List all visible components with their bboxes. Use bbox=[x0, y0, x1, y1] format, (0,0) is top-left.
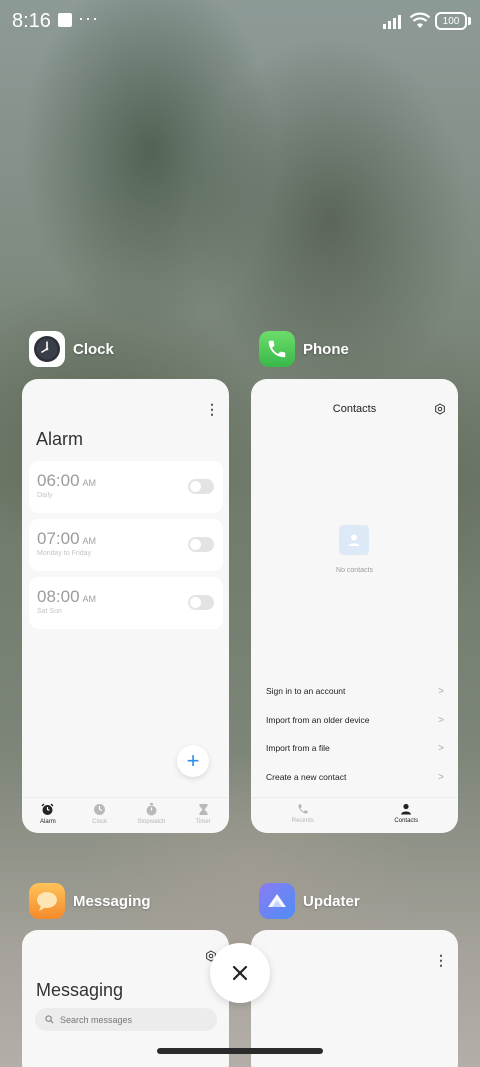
timer-icon bbox=[199, 804, 208, 815]
clock-app-icon[interactable] bbox=[29, 331, 65, 367]
app-name-updater: Updater bbox=[303, 892, 360, 910]
app-name-clock: Clock bbox=[73, 340, 114, 358]
tab-label: Recents bbox=[291, 818, 314, 824]
tab-timer: Timer bbox=[177, 798, 229, 833]
empty-contacts-icon bbox=[339, 525, 369, 555]
alarm-icon bbox=[41, 803, 54, 815]
alarm-toggle bbox=[188, 479, 214, 494]
alarm-time: 08:00 AM bbox=[37, 587, 97, 606]
chevron-right-icon: > bbox=[438, 771, 444, 783]
alarm-repeat: Daily bbox=[37, 492, 53, 499]
tab-alarm: Alarm bbox=[22, 798, 74, 833]
recent-card-messaging[interactable]: Messaging Search messages bbox=[22, 930, 229, 1067]
alarm-repeat: Monday to Friday bbox=[37, 550, 92, 557]
clear-all-button[interactable] bbox=[210, 943, 270, 1003]
add-alarm-button: + bbox=[177, 745, 209, 777]
sign-in-account-row: Sign in to an account > bbox=[266, 681, 444, 701]
battery-tip bbox=[468, 17, 471, 25]
tab-label: Timer bbox=[195, 819, 211, 825]
wifi-icon bbox=[409, 12, 431, 28]
alarm-toggle bbox=[188, 595, 214, 610]
messaging-app-icon[interactable] bbox=[29, 883, 65, 919]
alarm-time: 06:00 AM bbox=[37, 471, 97, 490]
more-options-icon: ⋮ bbox=[205, 401, 219, 417]
tab-recents: Recents bbox=[251, 798, 355, 833]
phone-app-icon[interactable] bbox=[259, 331, 295, 367]
action-label: Sign in to an account bbox=[266, 686, 346, 696]
tab-label: Stopwatch bbox=[137, 819, 166, 825]
status-bar: 8:16 ··· 100 bbox=[0, 0, 480, 44]
alarm-item: 06:00 AM Daily bbox=[29, 461, 223, 513]
tab-clock: Clock bbox=[74, 798, 126, 833]
stopwatch-icon bbox=[146, 803, 157, 816]
chevron-right-icon: > bbox=[438, 685, 444, 697]
app-name-messaging: Messaging bbox=[73, 892, 151, 910]
alarm-item: 07:00 AM Monday to Friday bbox=[29, 519, 223, 571]
action-label: Import from an older device bbox=[266, 715, 370, 725]
action-label: Import from a file bbox=[266, 743, 330, 753]
search-icon bbox=[45, 1015, 54, 1024]
tab-label: Alarm bbox=[40, 819, 56, 825]
recent-app-header-updater[interactable]: Updater bbox=[259, 883, 360, 919]
messaging-page-title: Messaging bbox=[36, 980, 124, 1000]
battery-icon: 100 bbox=[435, 12, 467, 30]
recent-app-header-phone[interactable]: Phone bbox=[259, 331, 349, 367]
tab-label: Clock bbox=[92, 819, 108, 825]
alarm-item: 08:00 AM Sat Sun bbox=[29, 577, 223, 629]
alarm-page-title: Alarm bbox=[36, 429, 84, 449]
updater-app-icon[interactable] bbox=[259, 883, 295, 919]
phone-icon bbox=[298, 804, 308, 814]
tab-label: Contacts bbox=[394, 818, 419, 824]
recent-card-clock[interactable]: ⋮ Alarm 06:00 AM Daily 07:00 AM Monday to … bbox=[22, 379, 229, 833]
home-indicator[interactable] bbox=[157, 1048, 323, 1054]
alarm-repeat: Sat Sun bbox=[37, 608, 62, 615]
clock-bottom-nav: Alarm Clock Stopwatch Timer bbox=[22, 797, 229, 833]
status-time: 8:16 bbox=[12, 10, 51, 32]
action-label: Create a new contact bbox=[266, 772, 347, 782]
close-icon bbox=[232, 965, 248, 981]
person-icon bbox=[401, 803, 412, 815]
signal-icon bbox=[383, 15, 401, 29]
settings-gear-icon bbox=[435, 403, 445, 415]
more-options-icon: ⋮ bbox=[434, 952, 448, 968]
recent-card-updater[interactable]: ⋮ bbox=[251, 930, 458, 1067]
search-placeholder: Search messages bbox=[60, 1014, 133, 1025]
chevron-right-icon: > bbox=[438, 742, 444, 754]
more-notifications-icon: ··· bbox=[78, 8, 99, 28]
import-older-device-row: Import from an older device > bbox=[266, 710, 444, 730]
search-messages-field: Search messages bbox=[35, 1008, 217, 1031]
alarm-time: 07:00 AM bbox=[37, 529, 97, 548]
tab-contacts: Contacts bbox=[355, 798, 459, 833]
recent-app-header-clock[interactable]: Clock bbox=[29, 331, 114, 367]
alarm-toggle bbox=[188, 537, 214, 552]
battery-level: 100 bbox=[442, 16, 460, 27]
tab-stopwatch: Stopwatch bbox=[126, 798, 178, 833]
phone-bottom-nav: Recents Contacts bbox=[251, 797, 458, 833]
chevron-right-icon: > bbox=[438, 714, 444, 726]
empty-state-text: No contacts bbox=[336, 567, 373, 574]
clock-icon bbox=[94, 804, 106, 815]
recent-app-header-messaging[interactable]: Messaging bbox=[29, 883, 151, 919]
import-from-file-row: Import from a file > bbox=[266, 738, 444, 758]
notification-square-icon bbox=[58, 13, 72, 27]
recent-card-phone[interactable]: Contacts No contacts Sign in to an accou… bbox=[251, 379, 458, 833]
app-name-phone: Phone bbox=[303, 340, 349, 358]
contacts-page-title: Contacts bbox=[332, 403, 377, 415]
create-contact-row: Create a new contact > bbox=[266, 767, 444, 787]
